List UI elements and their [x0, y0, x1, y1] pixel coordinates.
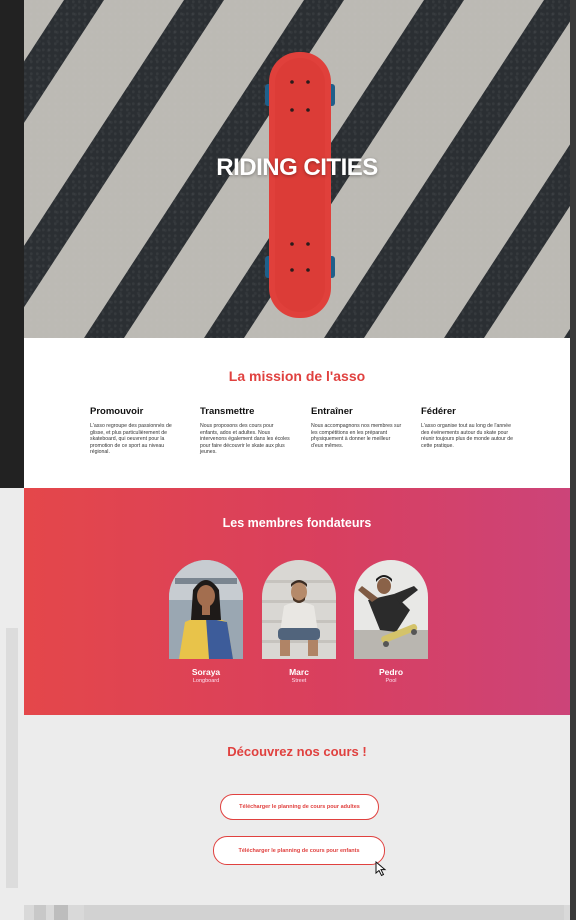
member-photo — [169, 560, 243, 659]
member-card-pedro: Pedro Pool — [354, 560, 428, 684]
hero-title: RIDING CITIES — [216, 154, 378, 181]
mission-text: Nous accompagnons nos membres sur les co… — [311, 423, 402, 449]
mission-text: Nous proposons des cours pour enfants, a… — [200, 423, 290, 456]
member-card-marc: Marc Street — [262, 560, 336, 684]
page: RIDING CITIES La mission de l'asso Promo… — [24, 0, 570, 905]
mission-text: L'asso regroupe des passionnés de glisse… — [90, 423, 172, 456]
mission-column-transmettre: Transmettre Nous proposons des cours pou… — [200, 406, 292, 456]
download-kids-schedule-button[interactable]: Télécharger le planning de cours pour en… — [213, 836, 385, 865]
member-name: Marc — [289, 667, 309, 677]
mission-column-federer: Fédérer L'asso organise tout au long de … — [421, 406, 513, 449]
mission-heading: Transmettre — [200, 406, 255, 417]
member-role: Street — [291, 678, 307, 684]
founders-section: Les membres fondateurs Soraya Longboard — [24, 488, 570, 715]
member-role: Longboard — [192, 678, 220, 684]
left-background-lower — [0, 488, 24, 920]
mission-heading: Entraîner — [311, 406, 353, 417]
mission-text: L'asso organise tout au long de l'année … — [421, 423, 513, 449]
member-card-soraya: Soraya Longboard — [169, 560, 243, 684]
founders-title: Les membres fondateurs — [222, 516, 372, 530]
hero-section: RIDING CITIES — [24, 0, 570, 338]
member-name: Pedro — [378, 667, 404, 677]
courses-section: Découvrez nos cours ! Télécharger le pla… — [24, 715, 570, 905]
download-adults-schedule-button[interactable]: Télécharger le planning de cours pour ad… — [220, 794, 379, 820]
mouse-cursor-icon — [375, 861, 387, 877]
member-name: Soraya — [191, 667, 221, 677]
member-photo — [262, 560, 336, 659]
courses-title: Découvrez nos cours ! — [227, 744, 367, 759]
mission-column-entrainer: Entraîner Nous accompagnons nos membres … — [311, 406, 403, 449]
left-background — [0, 0, 24, 920]
mission-heading: Promouvoir — [90, 406, 144, 417]
mission-column-promouvoir: Promouvoir L'asso regroupe des passionné… — [90, 406, 182, 456]
member-photo — [354, 560, 428, 659]
mission-section: La mission de l'asso Promouvoir L'asso r… — [24, 338, 570, 488]
right-background — [570, 0, 576, 920]
bottom-strip — [24, 905, 570, 920]
member-role: Pool — [385, 678, 397, 684]
mission-heading: Fédérer — [421, 406, 456, 417]
mission-title: La mission de l'asso — [228, 368, 366, 384]
skateboard-image — [265, 52, 335, 318]
